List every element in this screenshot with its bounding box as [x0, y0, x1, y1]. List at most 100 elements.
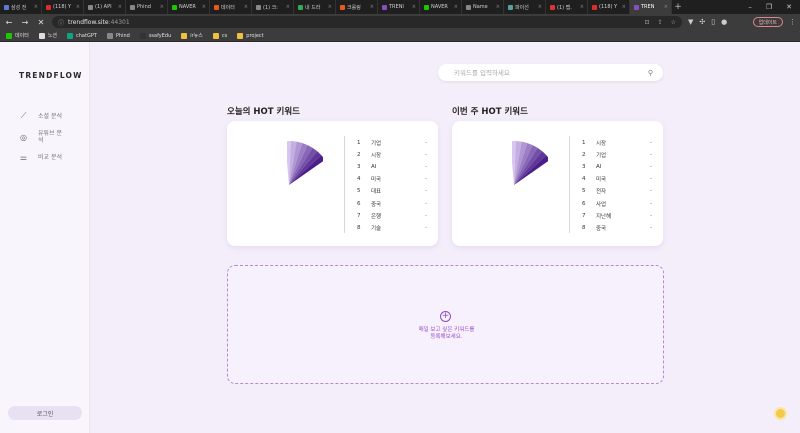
tab-title: TREN — [641, 4, 655, 10]
extensions-puzzle-icon[interactable]: ✣ — [699, 18, 705, 26]
card-divider — [569, 136, 570, 233]
close-icon[interactable]: × — [622, 4, 626, 10]
bookmark-item[interactable]: cs — [212, 32, 227, 39]
sidepanel-icon[interactable]: ▯ — [711, 18, 715, 26]
close-icon[interactable]: × — [580, 4, 584, 10]
rank-row[interactable]: 4 미국 - — [357, 173, 427, 185]
close-icon[interactable]: × — [286, 4, 290, 10]
close-icon[interactable]: × — [34, 4, 38, 10]
forward-icon[interactable]: → — [20, 18, 30, 27]
search-icon[interactable]: ⚲ — [648, 69, 653, 77]
bookmark-item[interactable]: 데이터 — [6, 32, 29, 39]
browser-tab[interactable]: Phind × — [126, 0, 168, 14]
close-icon[interactable]: × — [454, 4, 458, 10]
browser-tab[interactable]: 삼성 전 × — [0, 0, 42, 14]
browser-tab[interactable]: 내 드라 × — [294, 0, 336, 14]
browser-tab[interactable]: (1) API × — [84, 0, 126, 14]
share-icon[interactable]: ⇪ — [658, 19, 663, 26]
rank-number: 2 — [357, 152, 361, 159]
rank-row[interactable]: 3 AI - — [582, 161, 652, 173]
close-icon[interactable]: × — [76, 4, 80, 10]
rank-row[interactable]: 1 시장 - — [582, 137, 652, 149]
bookmark-item[interactable]: chatGPT — [67, 32, 97, 39]
avatar[interactable]: ● — [721, 18, 727, 26]
close-window-icon[interactable]: ✕ — [786, 3, 792, 11]
browser-tab[interactable]: TRENI × — [378, 0, 420, 14]
site-info-icon[interactable]: ⓘ — [58, 18, 64, 27]
browser-tab[interactable]: (1) 맵. × — [546, 0, 588, 14]
close-icon[interactable]: × — [664, 4, 668, 10]
sidebar-item-youtube-analysis[interactable]: ◎ 유튜브 분석 — [19, 130, 66, 144]
week-rank-list: 1 시장 - 2 기업 - 3 AI - 4 미국 - 5 전자 - 6 사업 - 7 지난해 - 8 중국 - — [582, 137, 652, 234]
browser-tab[interactable]: 크롤링 × — [336, 0, 378, 14]
bookmark-favicon-icon — [237, 32, 244, 39]
keyword-fan-chart — [287, 141, 323, 185]
login-button[interactable]: 로그인 — [8, 406, 82, 420]
rank-row[interactable]: 2 기업 - — [582, 149, 652, 161]
rank-keyword: 지난해 — [596, 213, 612, 220]
close-icon[interactable]: × — [202, 4, 206, 10]
menu-dots-icon[interactable]: ⋮ — [789, 18, 796, 26]
rank-row[interactable]: 8 기술 - — [357, 222, 427, 234]
rank-row[interactable]: 8 중국 - — [582, 222, 652, 234]
bookmark-item[interactable]: project — [237, 32, 264, 39]
plus-circle-icon[interactable]: + — [440, 311, 451, 322]
address-bar[interactable]: ⓘ trendflow.site:44301 ⊡ ⇪ ☆ — [52, 16, 682, 28]
keyword-search[interactable]: ⚲ — [438, 64, 663, 81]
rank-row[interactable]: 7 지난해 - — [582, 210, 652, 222]
minimize-icon[interactable]: – — [748, 3, 752, 11]
app-logo[interactable]: TRENDFLOW — [19, 71, 83, 80]
rank-number: 5 — [357, 188, 361, 195]
sidebar-item-social-analysis[interactable]: ⟋ 소셜 분석 — [19, 111, 66, 121]
rank-keyword: 사업 — [596, 201, 607, 208]
close-icon[interactable]: × — [244, 4, 248, 10]
bookmark-item[interactable]: ssafyEdu — [139, 32, 171, 39]
bookmark-star-icon[interactable]: ☆ — [671, 19, 676, 26]
rank-row[interactable]: 6 사업 - — [582, 197, 652, 209]
rank-row[interactable]: 5 대표 - — [357, 185, 427, 197]
rank-row[interactable]: 3 AI - — [357, 161, 427, 173]
rank-row[interactable]: 7 은행 - — [357, 210, 427, 222]
add-keyword-box[interactable]: + 매일 보고 싶은 키워드를 등록해보세요. — [227, 265, 664, 384]
browser-tab[interactable]: (118) Y × — [42, 0, 84, 14]
bookmark-item[interactable]: ir뉴스 — [181, 32, 203, 39]
browser-tab[interactable]: (118) Y × — [588, 0, 630, 14]
close-icon[interactable]: × — [118, 4, 122, 10]
tab-title: 크롤링 — [347, 4, 361, 11]
rank-row[interactable]: 6 중국 - — [357, 197, 427, 209]
rank-keyword: 시장 — [371, 153, 382, 160]
close-icon[interactable]: × — [370, 4, 374, 10]
rank-row[interactable]: 1 기업 - — [357, 137, 427, 149]
stop-icon[interactable]: ✕ — [36, 18, 46, 27]
close-icon[interactable]: × — [496, 4, 500, 10]
rank-row[interactable]: 5 전자 - — [582, 185, 652, 197]
tab-title: NAVER — [431, 4, 448, 10]
search-input[interactable] — [454, 68, 648, 77]
browser-tab[interactable]: TREN × — [630, 0, 672, 14]
back-icon[interactable]: ← — [4, 18, 14, 27]
browser-tab[interactable]: (1) 크: × — [252, 0, 294, 14]
close-icon[interactable]: × — [538, 4, 542, 10]
bookmark-item[interactable]: 노션 — [38, 32, 57, 39]
rank-row[interactable]: 2 시장 - — [357, 149, 427, 161]
sidebar-item-compare-analysis[interactable]: ⚌ 비교 분석 — [19, 153, 66, 162]
rank-change: - — [650, 188, 652, 195]
browser-tab[interactable]: NAVER × — [168, 0, 210, 14]
browser-tab[interactable]: NAVER × — [420, 0, 462, 14]
close-icon[interactable]: × — [160, 4, 164, 10]
browser-tab[interactable]: 파이선 × — [504, 0, 546, 14]
browser-tab[interactable]: Name × — [462, 0, 504, 14]
card-divider — [344, 136, 345, 233]
translate-icon[interactable]: ⊡ — [645, 19, 650, 26]
bookmark-item[interactable]: Phind — [106, 32, 130, 39]
close-icon[interactable]: × — [412, 4, 416, 10]
new-tab-icon[interactable]: + — [672, 2, 684, 12]
rank-number: 6 — [582, 200, 586, 207]
update-button[interactable]: 업데이트 — [752, 17, 783, 27]
restore-icon[interactable]: ❐ — [766, 3, 772, 11]
close-icon[interactable]: × — [328, 4, 332, 10]
extension-v-icon[interactable]: ▼ — [688, 18, 693, 26]
theme-toggle-sun-icon[interactable] — [776, 409, 785, 418]
rank-row[interactable]: 4 미국 - — [582, 173, 652, 185]
browser-tab[interactable]: 데이터 × — [210, 0, 252, 14]
